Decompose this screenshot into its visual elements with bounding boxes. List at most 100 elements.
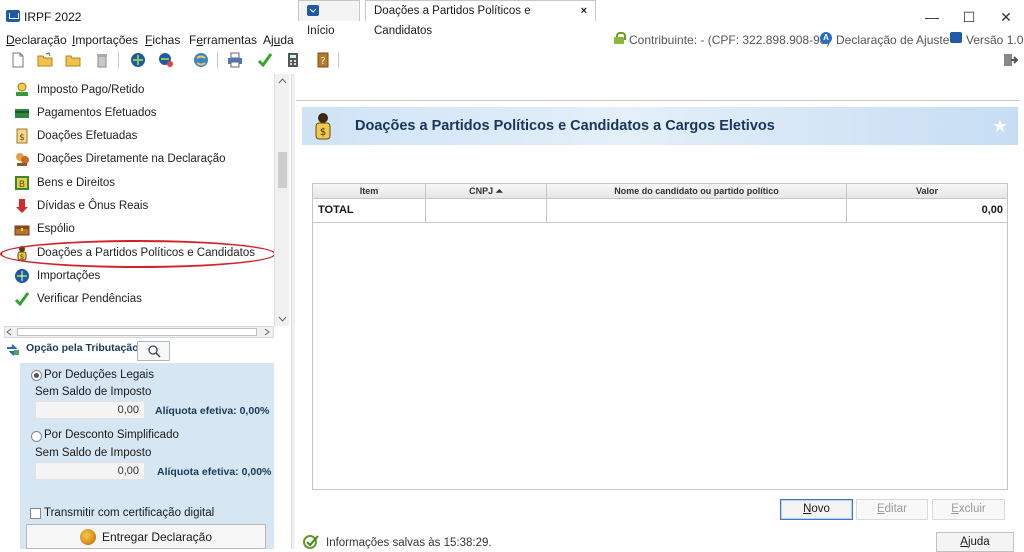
scroll-right-icon[interactable] — [263, 328, 271, 336]
excluir-button[interactable]: Excluir — [932, 499, 1005, 520]
scroll-thumb[interactable] — [278, 152, 287, 188]
toolbar-separator — [118, 52, 119, 68]
sidebar-item-importacoes[interactable]: Importações — [14, 266, 100, 286]
printer-icon[interactable] — [227, 52, 243, 68]
maximize-button[interactable]: ☐ — [951, 6, 987, 28]
globe-send-icon[interactable] — [193, 52, 209, 68]
tab-label: Início — [307, 25, 335, 37]
version-icon — [950, 32, 962, 43]
toolbar: ? — [0, 48, 1024, 72]
doacoes-icon: $ — [16, 128, 28, 144]
scroll-up-icon[interactable] — [278, 77, 287, 84]
sidebar-item-label: Verificar Pendências — [37, 293, 142, 305]
menu-importacoes[interactable]: Importações — [72, 33, 138, 47]
folder-icon[interactable] — [65, 52, 81, 68]
sidebar-item-espolio[interactable]: Espólio — [14, 219, 75, 239]
svg-text:$: $ — [19, 133, 25, 143]
home-app-icon — [307, 5, 319, 17]
deducoes-saldo-label: Sem Saldo de Imposto — [35, 386, 152, 398]
column-header-item[interactable]: Item — [313, 184, 426, 199]
total-cnpj-cell — [426, 199, 547, 222]
simplificado-saldo-label: Sem Saldo de Imposto — [35, 447, 152, 459]
calculator-icon[interactable] — [285, 52, 301, 68]
desconto-simplificado-label: Por Desconto Simplificado — [44, 429, 179, 441]
sidebar-item-pagamentos[interactable]: Pagamentos Efetuados — [14, 103, 157, 123]
sidebar-item-label: Doações Diretamente na Declaração — [37, 153, 226, 165]
menu-bar: Declaração Importações Fichas Ferramenta… — [0, 30, 1024, 48]
scroll-left-icon[interactable] — [5, 328, 13, 336]
scroll-down-icon[interactable] — [278, 316, 287, 323]
sidebar-item-label: Doações Efetuadas — [37, 130, 138, 142]
sidebar-horizontal-scrollbar[interactable] — [4, 326, 274, 338]
declaracao-type: Declaração de Ajuste — [836, 33, 950, 47]
desconto-simplificado-radio[interactable] — [31, 431, 42, 442]
svg-text:B: B — [19, 180, 25, 190]
ajuste-icon: A — [820, 32, 832, 44]
doacoes-diretas-icon — [16, 153, 29, 166]
column-header-cnpj[interactable]: CNPJ ⏶ — [426, 184, 547, 199]
receita-search-icon[interactable] — [158, 52, 174, 68]
sidebar-item-label: Importações — [37, 270, 101, 282]
status-message: Informações salvas às 15:38:29. — [326, 537, 492, 549]
version-label: Versão 1.0 — [966, 33, 1024, 47]
tributacao-arrows-icon — [7, 344, 19, 356]
help-book-icon[interactable]: ? — [315, 52, 331, 68]
check-icon — [14, 292, 30, 307]
importacoes-icon — [15, 269, 29, 283]
simplificado-value-field: 0,00 — [35, 462, 145, 480]
tributacao-header: Opção pela Tributação: — [26, 342, 143, 354]
exit-icon[interactable] — [1002, 52, 1018, 68]
sidebar-item-bens[interactable]: B Bens e Direitos — [14, 173, 115, 193]
menu-fichas[interactable]: Fichas — [145, 33, 180, 47]
sidebar-item-doacoes[interactable]: $ Doações Efetuadas — [14, 126, 137, 146]
total-value: 0,00 — [981, 204, 1003, 216]
sidebar-item-dividas[interactable]: Dívidas e Ônus Reais — [14, 196, 148, 216]
panel-splitter[interactable] — [291, 74, 295, 549]
pagamentos-icon — [15, 109, 29, 118]
tributacao-search-button[interactable] — [137, 341, 170, 361]
doacoes-table: Item CNPJ ⏶ Nome do candidato ou partido… — [312, 183, 1008, 490]
deducoes-value-field: 0,00 — [35, 401, 145, 419]
column-header-valor[interactable]: Valor — [847, 184, 1007, 199]
globe-icon — [79, 528, 96, 545]
check-icon[interactable] — [257, 52, 273, 68]
search-icon — [148, 345, 161, 358]
menu-ajuda[interactable]: Ajuda — [263, 33, 294, 47]
simplificado-aliquota: Alíquota efetiva: 0,00% — [157, 466, 272, 478]
sidebar-item-verificar[interactable]: Verificar Pendências — [14, 289, 142, 309]
dividas-icon — [16, 199, 28, 213]
tab-strip-border — [296, 100, 1020, 101]
close-button[interactable]: ✕ — [988, 6, 1024, 28]
ajuda-button[interactable]: Ajuda — [936, 532, 1014, 552]
menu-declaracao[interactable]: Declaração — [6, 33, 67, 47]
sidebar-item-doacoes-diretas[interactable]: Doações Diretamente na Declaração — [14, 149, 226, 169]
highlight-annotation — [0, 240, 276, 268]
total-label: TOTAL — [313, 199, 426, 222]
svg-text:?: ? — [320, 56, 325, 67]
certificacao-digital-checkbox[interactable] — [30, 508, 41, 519]
new-document-icon[interactable] — [10, 52, 26, 68]
tab-close-icon[interactable]: × — [581, 1, 587, 21]
receita-network-icon[interactable] — [130, 52, 146, 68]
deducoes-legais-label: Por Deduções Legais — [44, 369, 154, 381]
table-total-row: TOTAL 0,00 — [313, 199, 1007, 223]
deducoes-legais-radio[interactable] — [31, 370, 42, 381]
scroll-thumb[interactable] — [17, 328, 257, 336]
minimize-button[interactable]: — — [914, 6, 950, 28]
sidebar-item-imposto-pago[interactable]: Imposto Pago/Retido — [14, 80, 144, 100]
menu-ferramentas[interactable]: Ferramentas — [189, 33, 257, 47]
novo-button[interactable]: Novo — [780, 499, 853, 520]
tab-inicio[interactable]: Início — [298, 0, 360, 37]
entregar-declaracao-button[interactable]: Entregar Declaração — [26, 524, 266, 549]
tab-doacoes-partidos[interactable]: Doações a Partidos Políticos e Candidato… — [365, 0, 596, 37]
total-nome-cell — [547, 199, 847, 222]
sidebar-item-label: Espólio — [37, 223, 75, 235]
editar-button[interactable]: Editar — [856, 499, 928, 520]
column-header-nome[interactable]: Nome do candidato ou partido político — [547, 184, 847, 199]
contribuinte-info: Contribuinte: - (CPF: 322.898.908-98) — [629, 33, 831, 47]
open-folder-icon[interactable] — [37, 52, 53, 68]
trash-icon[interactable] — [94, 52, 110, 68]
sidebar-vertical-scrollbar[interactable] — [274, 74, 289, 326]
imposto-pago-icon — [16, 82, 28, 96]
star-icon[interactable]: ★ — [992, 116, 1008, 137]
